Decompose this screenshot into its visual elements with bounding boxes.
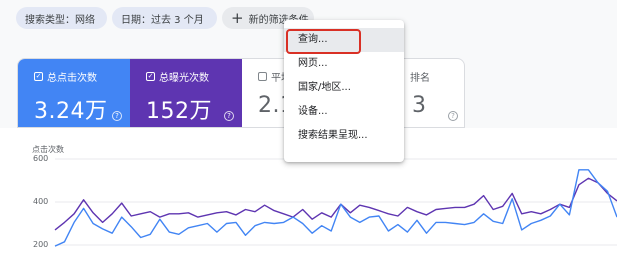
search-console-performance: 搜索类型：网络 日期：过去 3 个月 + 新的筛选条件 ✓ 总点击次数 3.24… — [0, 0, 617, 260]
series-line — [54, 169, 617, 247]
menu-item-page[interactable]: 网页... — [284, 52, 404, 76]
red-highlight-box — [286, 29, 361, 54]
menu-item-search-appearance[interactable]: 搜索结果呈现... — [284, 124, 404, 148]
menu-item-country[interactable]: 国家/地区... — [284, 76, 404, 100]
menu-item-device[interactable]: 设备... — [284, 100, 404, 124]
series-line — [54, 177, 617, 231]
